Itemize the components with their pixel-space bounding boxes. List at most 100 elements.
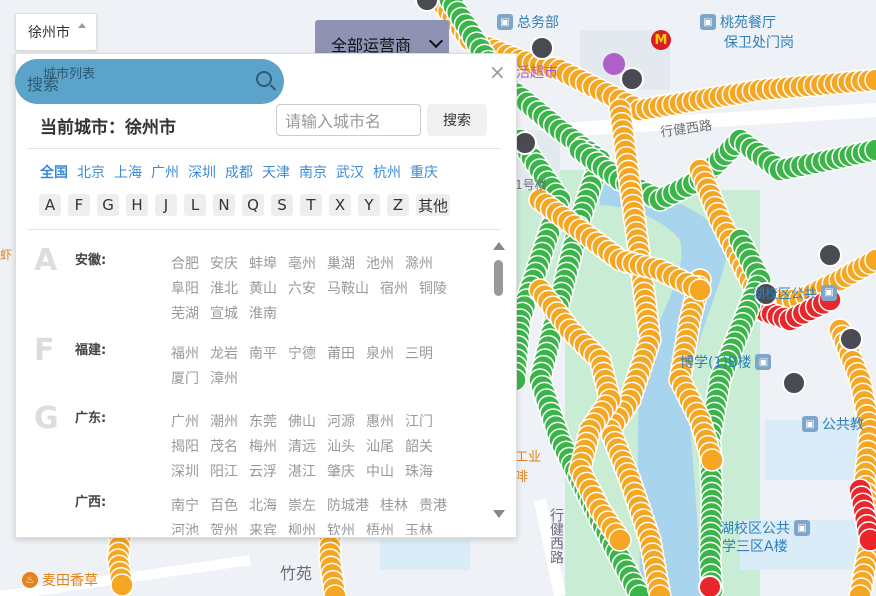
station-marker[interactable] [818,243,842,267]
hot-city-link[interactable]: 杭州 [373,162,401,182]
letter-index-button[interactable]: X [329,194,351,216]
city-link[interactable]: 防城港 [327,495,369,515]
hot-city-link[interactable]: 深圳 [188,162,216,182]
search-input[interactable]: 城市列表 搜索 [15,59,284,104]
station-marker[interactable] [700,448,724,472]
city-link[interactable]: 清远 [288,436,316,456]
station-marker[interactable] [530,36,554,60]
city-link[interactable]: 六安 [288,278,316,298]
city-link[interactable]: 龙岩 [210,343,238,363]
poi-label[interactable]: ♨ 麦田香草 [22,570,98,590]
letter-index-button[interactable]: Z [387,194,409,216]
city-link[interactable]: 钦州 [327,520,355,535]
city-link[interactable]: 南平 [249,343,277,363]
city-link[interactable]: 蚌埠 [249,253,277,273]
city-link[interactable]: 惠州 [366,411,394,431]
city-link[interactable]: 茂名 [210,436,238,456]
city-link[interactable]: 河源 [327,411,355,431]
station-marker[interactable] [698,575,722,596]
city-link[interactable]: 漳州 [210,368,238,388]
close-icon[interactable]: × [489,60,506,84]
scroll-up-icon[interactable] [493,242,505,250]
letter-index-button[interactable]: Q [242,194,264,216]
station-marker[interactable] [608,528,632,552]
city-link[interactable]: 广州 [171,411,199,431]
city-link[interactable]: 合肥 [171,253,199,273]
city-link[interactable]: 三明 [405,343,433,363]
city-link[interactable]: 安庆 [210,253,238,273]
city-list[interactable]: A 安徽: 合肥 安庆 蚌埠 亳州 巢湖 池州 滁州 阜阳 淮北 黄山 六安 马鞍山 宿州 铜陵 芜湖 宣城 淮南 F… [28,235,490,535]
poi-label[interactable]: ▣ 公共教 [802,414,864,434]
city-link[interactable]: 巢湖 [327,253,355,273]
city-link[interactable]: 湛江 [288,461,316,481]
search-icon[interactable] [256,71,272,87]
mcdonalds-icon[interactable]: M [651,30,671,50]
city-selector-button[interactable]: 徐州市 [15,13,97,51]
city-link[interactable]: 马鞍山 [327,278,369,298]
city-link[interactable]: 柳州 [288,520,316,535]
city-link[interactable]: 肇庆 [327,461,355,481]
city-link[interactable]: 贵港 [419,495,447,515]
city-link[interactable]: 江门 [405,411,433,431]
station-marker[interactable] [858,528,876,552]
city-link[interactable]: 中山 [366,461,394,481]
city-name-input[interactable]: 请输入城市名 [276,104,421,136]
city-link[interactable]: 宁德 [288,343,316,363]
city-link[interactable]: 芜湖 [171,303,199,323]
city-link[interactable]: 云浮 [249,461,277,481]
letter-index-button[interactable]: F [68,194,90,216]
city-link[interactable]: 潮州 [210,411,238,431]
city-link[interactable]: 桂林 [380,495,408,515]
poi-label[interactable]: ▣ 桃苑餐厅 [700,12,776,32]
poi-label[interactable]: 保卫处门岗 [724,32,794,52]
city-link[interactable]: 来宾 [249,520,277,535]
hot-city-link[interactable]: 南京 [299,162,327,182]
city-link[interactable]: 揭阳 [171,436,199,456]
hot-city-link[interactable]: 上海 [114,162,142,182]
city-link[interactable]: 池州 [366,253,394,273]
city-link[interactable]: 铜陵 [419,278,447,298]
letter-index-button[interactable]: L [184,194,206,216]
city-link[interactable]: 深圳 [171,461,199,481]
poi-label[interactable]: 学三区A楼 [722,536,788,556]
city-link[interactable]: 莆田 [327,343,355,363]
letter-index-button[interactable]: Y [358,194,380,216]
hot-city-link[interactable]: 重庆 [410,162,438,182]
city-link[interactable]: 玉林 [405,520,433,535]
letter-index-button[interactable]: 其他 [416,194,451,216]
city-link[interactable]: 宣城 [210,303,238,323]
letter-index-button[interactable]: G [97,194,119,216]
city-link[interactable]: 百色 [210,495,238,515]
letter-index-button[interactable]: N [213,194,235,216]
city-link[interactable]: 泉州 [366,343,394,363]
search-button[interactable]: 搜索 [427,104,487,136]
hot-city-link[interactable]: 北京 [77,162,105,182]
city-link[interactable]: 梧州 [366,520,394,535]
city-link[interactable]: 汕头 [327,436,355,456]
city-link[interactable]: 东莞 [249,411,277,431]
station-marker[interactable] [782,371,806,395]
station-marker[interactable] [839,327,863,351]
city-link[interactable]: 贺州 [210,520,238,535]
shopping-icon[interactable] [603,53,625,75]
hot-city-link[interactable]: 成都 [225,162,253,182]
hot-city-link[interactable]: 武汉 [336,162,364,182]
hot-city-link[interactable]: 天津 [262,162,290,182]
city-link[interactable]: 韶关 [405,436,433,456]
poi-label[interactable]: ▣ 总务部 [497,12,559,32]
city-link[interactable]: 汕尾 [366,436,394,456]
city-link[interactable]: 亳州 [288,253,316,273]
station-marker[interactable] [688,278,712,302]
city-link[interactable]: 南宁 [171,495,199,515]
city-link[interactable]: 崇左 [288,495,316,515]
hot-city-link[interactable]: 全国 [40,162,68,182]
letter-index-button[interactable]: T [300,194,322,216]
station-marker[interactable] [110,573,134,596]
city-link[interactable]: 河池 [171,520,199,535]
letter-index-button[interactable]: S [271,194,293,216]
city-link[interactable]: 淮南 [249,303,277,323]
scrollbar[interactable] [490,240,506,520]
station-marker[interactable] [513,131,537,155]
hot-city-link[interactable]: 广州 [151,162,179,182]
scroll-thumb[interactable] [494,260,503,296]
